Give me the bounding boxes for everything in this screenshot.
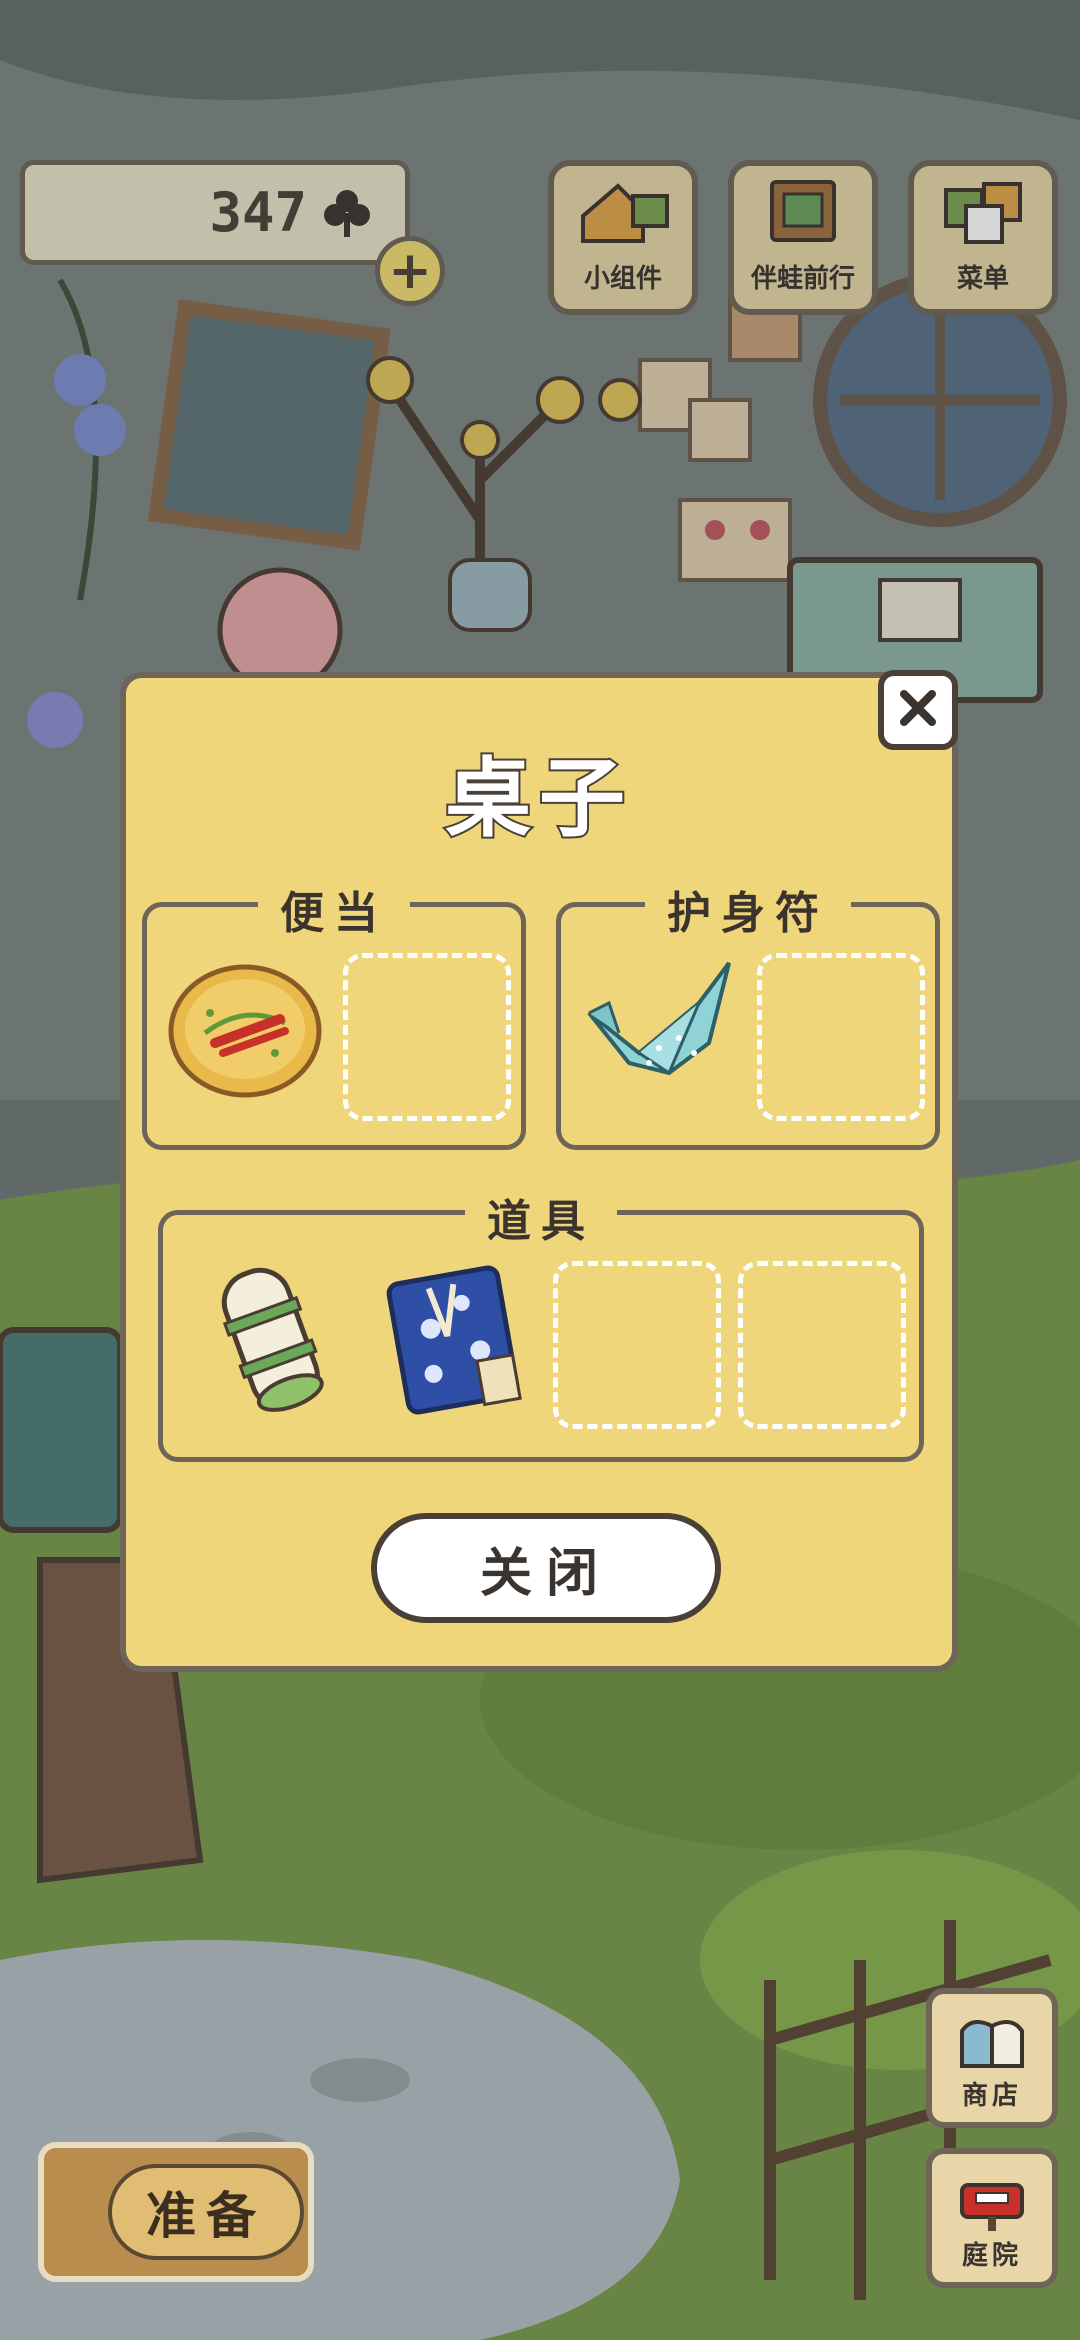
table-modal: 桌子 便当 护身符 道具 关闭 — [120, 672, 958, 1672]
shop-bag-icon — [952, 2011, 1032, 2075]
bento-section: 便当 — [142, 877, 526, 1150]
blue-cloth-bag-icon — [386, 1265, 522, 1415]
tools-empty-slot-2[interactable] — [738, 1261, 906, 1429]
tools-slot-bag[interactable] — [368, 1255, 538, 1425]
prepare-button[interactable]: 准备 — [38, 2142, 314, 2282]
prepare-label: 准备 — [108, 2164, 304, 2260]
bento-empty-slot[interactable] — [343, 953, 511, 1121]
close-x-button[interactable] — [878, 670, 958, 750]
shop-button[interactable]: 商店 — [926, 1988, 1058, 2128]
charm-slot-crane[interactable] — [579, 943, 749, 1113]
tools-label: 道具 — [465, 1185, 617, 1249]
bento-label: 便当 — [258, 877, 410, 941]
modal-title: 桌子 — [443, 747, 633, 851]
close-icon — [896, 686, 940, 734]
paper-crane-icon — [587, 961, 731, 1076]
close-button[interactable]: 关闭 — [371, 1513, 721, 1623]
pancake-icon — [168, 964, 322, 1098]
shop-label: 商店 — [961, 2081, 1022, 2111]
yard-mailbox-icon — [952, 2171, 1032, 2235]
charm-section: 护身符 — [556, 877, 940, 1150]
tools-empty-slot-1[interactable] — [553, 1261, 721, 1429]
yard-button[interactable]: 庭院 — [926, 2148, 1058, 2288]
bento-slot-pancake[interactable] — [165, 943, 335, 1113]
tools-slot-mat[interactable] — [183, 1255, 353, 1425]
rolled-mat-icon — [221, 1267, 324, 1412]
yard-label: 庭院 — [961, 2241, 1022, 2271]
charm-empty-slot[interactable] — [757, 953, 925, 1121]
charm-label: 护身符 — [645, 877, 851, 941]
tools-section: 道具 — [158, 1185, 924, 1462]
